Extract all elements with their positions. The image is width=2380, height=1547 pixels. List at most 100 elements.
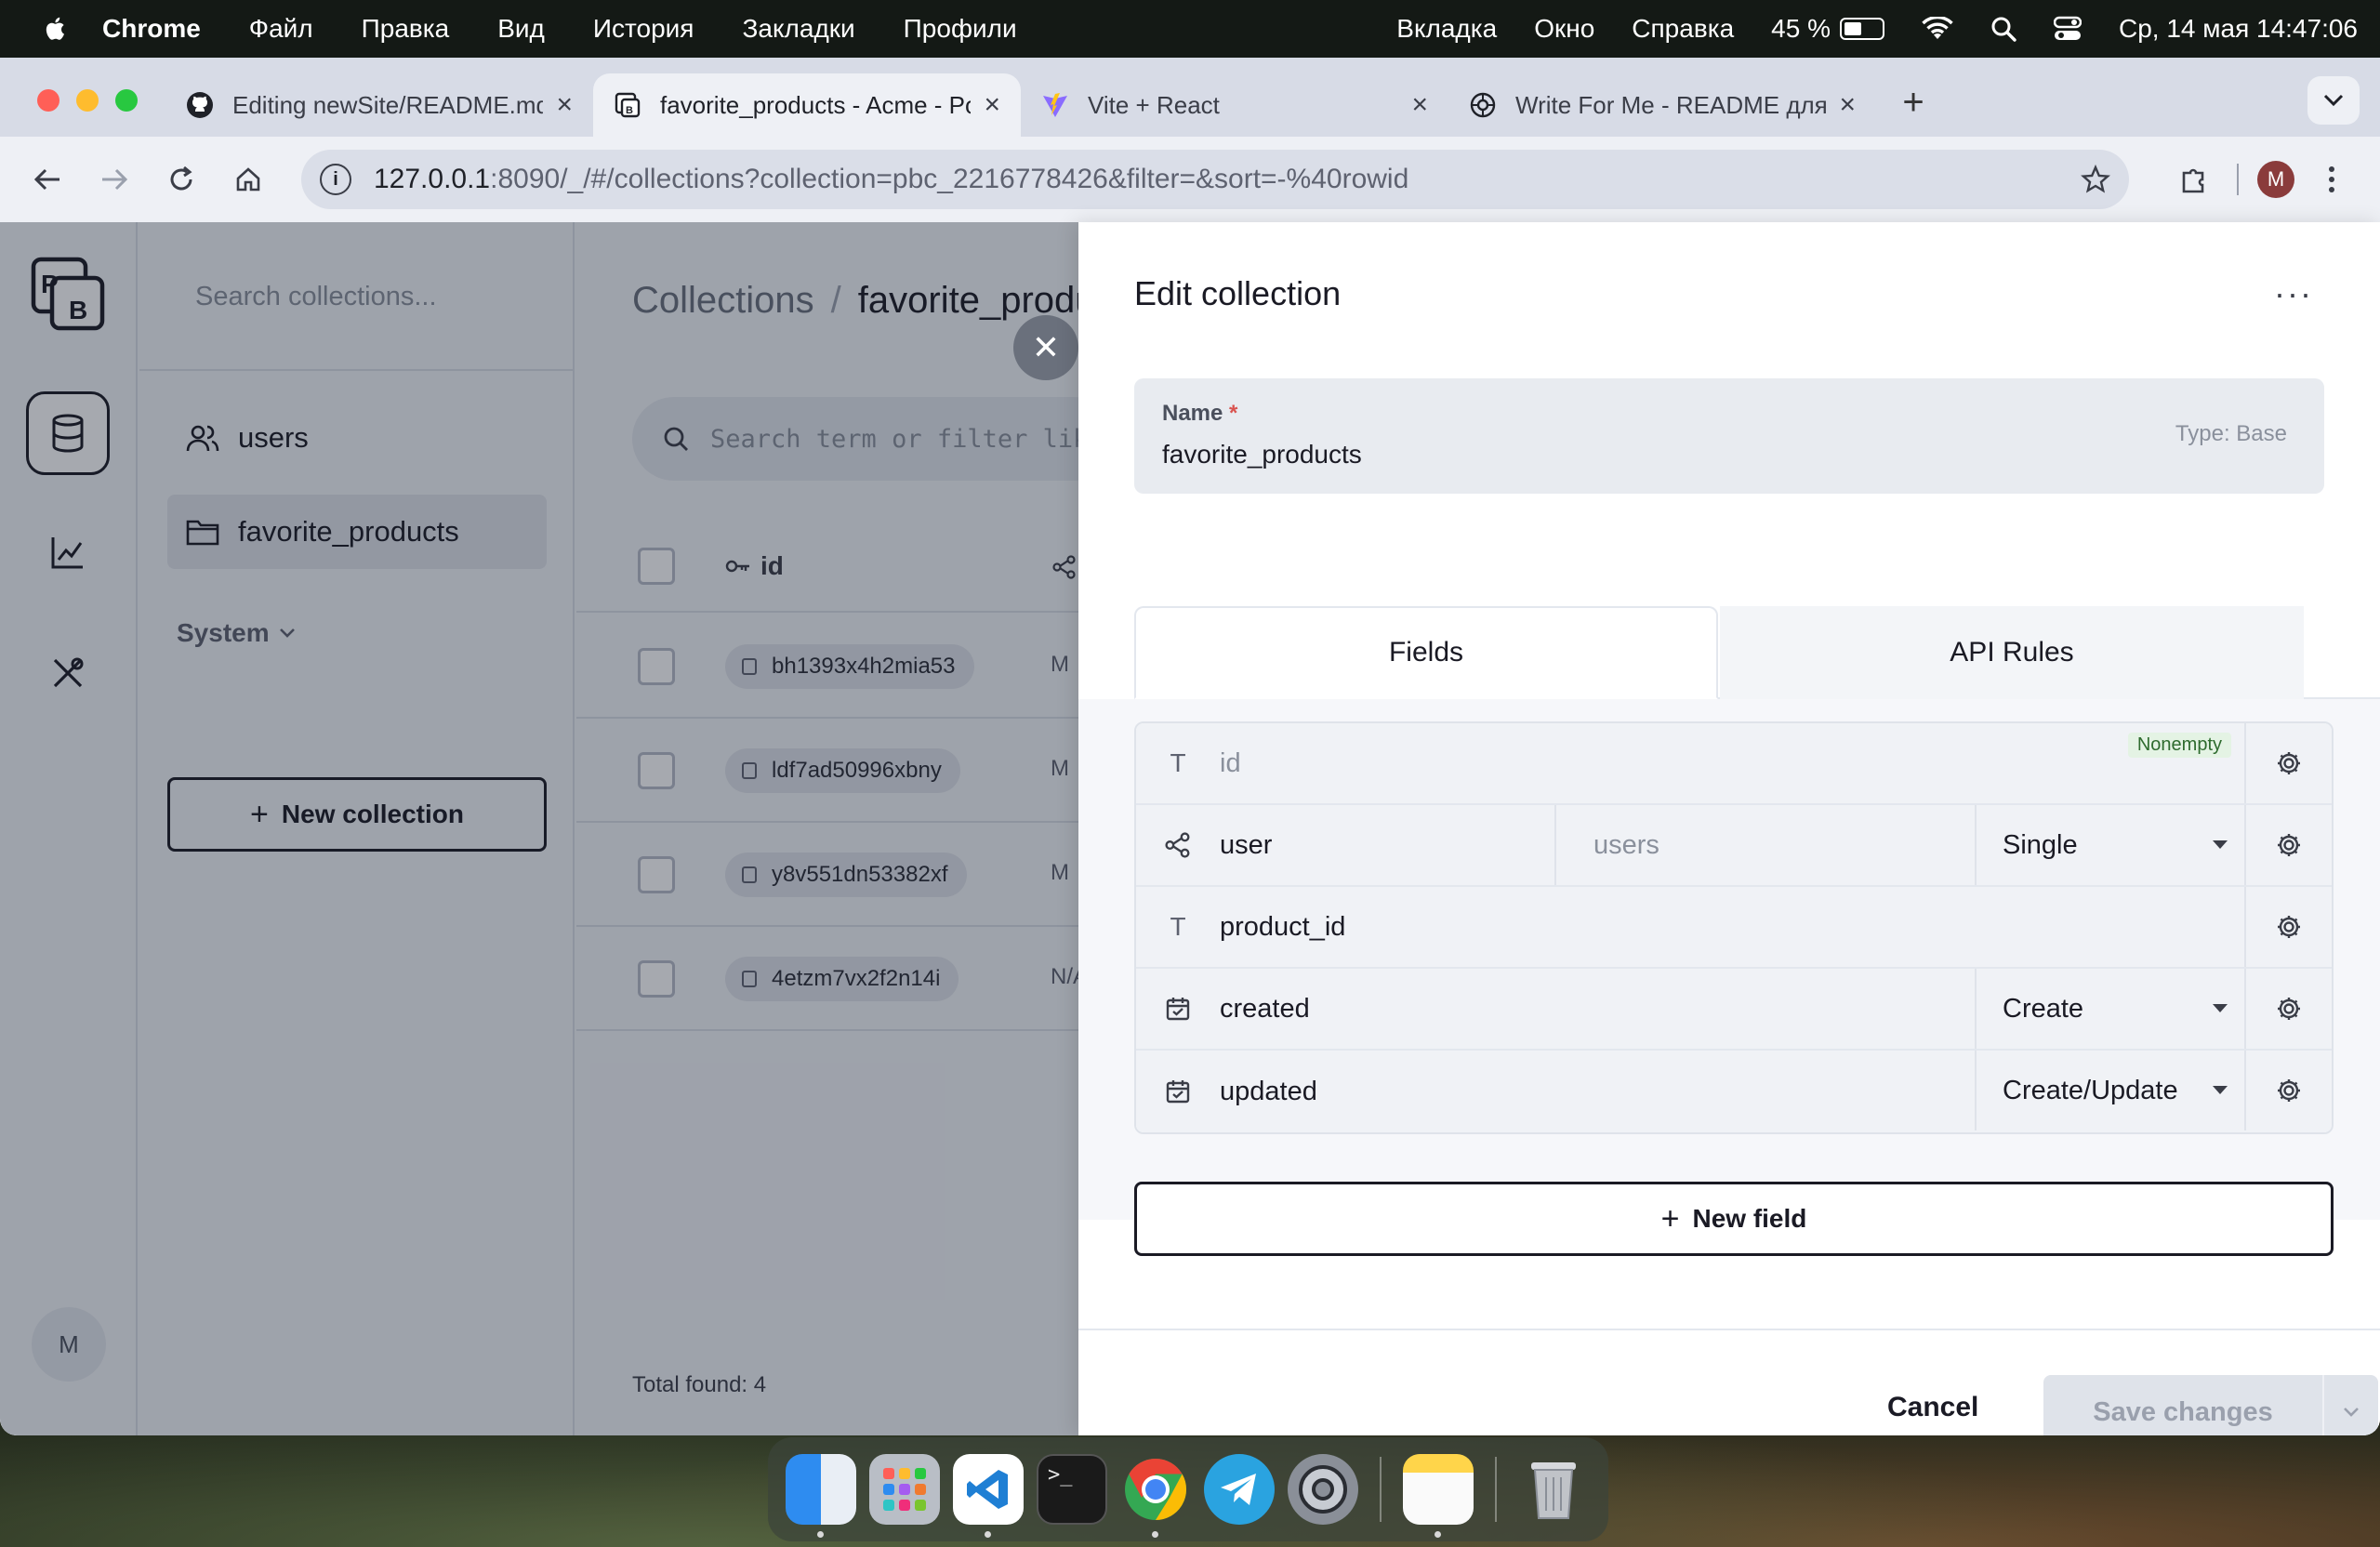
tab-search-button[interactable] [2307, 76, 2360, 125]
relation-collection-select[interactable]: users [1554, 805, 1975, 885]
cancel-button[interactable]: Cancel [1887, 1392, 1978, 1423]
field-settings-button[interactable] [2244, 723, 2332, 803]
collection-name-field[interactable]: Name * favorite_products Type: Base [1134, 378, 2324, 494]
close-tab-icon[interactable]: × [1411, 89, 1428, 121]
nonempty-badge: Nonempty [2127, 733, 2231, 758]
browser-tab-pocketbase[interactable]: B favorite_products - Acme - PocketBase … [593, 73, 1021, 137]
menu-edit[interactable]: Правка [362, 14, 450, 44]
close-tab-icon[interactable]: × [1839, 89, 1856, 121]
field-row-updated[interactable]: updated Create/Update [1136, 1051, 2332, 1132]
menu-history[interactable]: История [593, 14, 694, 44]
finder-icon[interactable] [786, 1454, 856, 1538]
collection-type-label[interactable]: Type: Base [2175, 421, 2287, 447]
field-settings-button[interactable] [2244, 1051, 2332, 1130]
field-name[interactable]: id [1220, 748, 1241, 779]
spotlight-search-icon[interactable] [1990, 16, 2016, 42]
chevron-down-icon [2323, 94, 2344, 107]
field-settings-button[interactable] [2244, 805, 2332, 885]
field-row-product-id[interactable]: T product_id [1136, 887, 2332, 969]
new-field-label: New field [1692, 1204, 1807, 1233]
menu-datetime[interactable]: Ср, 14 мая 14:47:06 [2119, 14, 2358, 44]
close-window-button[interactable] [37, 89, 60, 112]
field-list: T id Nonempty user users Single T produc… [1134, 721, 2334, 1134]
relation-type-select[interactable]: Single [1975, 805, 2248, 885]
field-name[interactable]: updated [1220, 1077, 1317, 1107]
pocketbase-app: P B M Search collections... users favori… [0, 222, 2380, 1435]
apple-icon[interactable] [43, 14, 69, 44]
chrome-icon[interactable] [1120, 1454, 1191, 1538]
forward-button[interactable] [91, 156, 138, 203]
new-field-button[interactable]: + New field [1134, 1182, 2334, 1256]
calendar-icon [1136, 1078, 1220, 1104]
wifi-icon[interactable] [1922, 17, 1953, 41]
tab-api-rules[interactable]: API Rules [1720, 606, 2304, 699]
field-name[interactable]: created [1220, 994, 1310, 1025]
reload-button[interactable] [158, 156, 205, 203]
tab-title: Write For Me - README для про [1515, 90, 1827, 119]
autodate-select[interactable]: Create/Update [1975, 1051, 2248, 1130]
close-tab-icon[interactable]: × [984, 89, 1000, 121]
close-tab-icon[interactable]: × [556, 89, 573, 121]
menu-file[interactable]: Файл [249, 14, 313, 44]
menu-view[interactable]: Вид [497, 14, 545, 44]
menu-profiles[interactable]: Профили [904, 14, 1017, 44]
tab-fields[interactable]: Fields [1134, 606, 1718, 699]
url-text[interactable]: 127.0.0.1:8090/_/#/collections?collectio… [374, 164, 2081, 195]
field-name[interactable]: user [1220, 830, 1272, 861]
save-changes-button[interactable]: Save changes [2043, 1375, 2322, 1435]
launchpad-icon[interactable] [869, 1454, 940, 1525]
menu-bookmarks[interactable]: Закладки [742, 14, 854, 44]
control-center-icon[interactable] [2053, 16, 2082, 42]
pocketbase-icon: B [614, 91, 641, 119]
name-label: Name * [1162, 401, 2296, 427]
field-settings-button[interactable] [2244, 969, 2332, 1049]
menu-app-name[interactable]: Chrome [102, 14, 201, 44]
field-row-created[interactable]: created Create [1136, 969, 2332, 1051]
field-row-user[interactable]: user users Single [1136, 805, 2332, 887]
menu-help[interactable]: Справка [1632, 14, 1734, 44]
battery-icon [1839, 18, 1884, 40]
profile-avatar[interactable]: M [2257, 161, 2294, 198]
home-button[interactable] [225, 156, 271, 203]
telegram-icon[interactable] [1204, 1454, 1275, 1525]
vscode-icon[interactable] [953, 1454, 1024, 1538]
chevron-down-icon [2344, 1408, 2359, 1417]
site-info-icon[interactable]: i [320, 164, 351, 195]
close-panel-button[interactable]: ✕ [1013, 315, 1078, 380]
browser-menu-button[interactable] [2307, 155, 2356, 204]
menu-window[interactable]: Окно [1534, 14, 1594, 44]
more-options-button[interactable]: ··· [2274, 274, 2313, 313]
system-settings-icon[interactable] [1288, 1454, 1358, 1525]
github-icon [186, 91, 214, 119]
autodate-select[interactable]: Create [1975, 969, 2248, 1049]
save-options-button[interactable] [2322, 1375, 2378, 1435]
macos-dock: >_ [768, 1437, 1608, 1541]
field-row-id[interactable]: T id Nonempty [1136, 723, 2332, 805]
address-bar[interactable]: i 127.0.0.1:8090/_/#/collections?collect… [301, 150, 2129, 209]
url-host: 127.0.0.1 [374, 164, 491, 194]
back-button[interactable] [24, 156, 71, 203]
browser-tab-github[interactable]: Editing newSite/README.md at × [165, 73, 593, 137]
zoom-window-button[interactable] [115, 89, 138, 112]
extensions-button[interactable] [2170, 155, 2218, 204]
bookmark-star-icon[interactable] [2081, 165, 2110, 194]
browser-tab-vite[interactable]: Vite + React × [1021, 73, 1448, 137]
openai-icon [1469, 91, 1497, 119]
collection-name-input[interactable]: favorite_products [1162, 440, 2296, 469]
browser-tab-writeforme[interactable]: Write For Me - README для про × [1448, 73, 1876, 137]
panel-title: Edit collection [1134, 274, 1342, 312]
field-name[interactable]: product_id [1220, 912, 1345, 943]
trash-icon[interactable] [1518, 1454, 1589, 1525]
arrow-left-icon [33, 168, 60, 191]
terminal-icon[interactable]: >_ [1037, 1454, 1107, 1525]
close-icon: ✕ [1031, 328, 1061, 366]
field-settings-button[interactable] [2244, 887, 2332, 967]
caret-down-icon [2213, 840, 2228, 849]
battery-status[interactable]: 45 % [1771, 14, 1884, 44]
notes-icon[interactable] [1403, 1454, 1474, 1538]
minimize-window-button[interactable] [76, 89, 99, 112]
modal-backdrop[interactable] [0, 222, 1078, 1435]
menu-tab[interactable]: Вкладка [1396, 14, 1497, 44]
vertical-dots-icon [2329, 166, 2334, 192]
new-tab-button[interactable]: + [1887, 76, 1939, 128]
